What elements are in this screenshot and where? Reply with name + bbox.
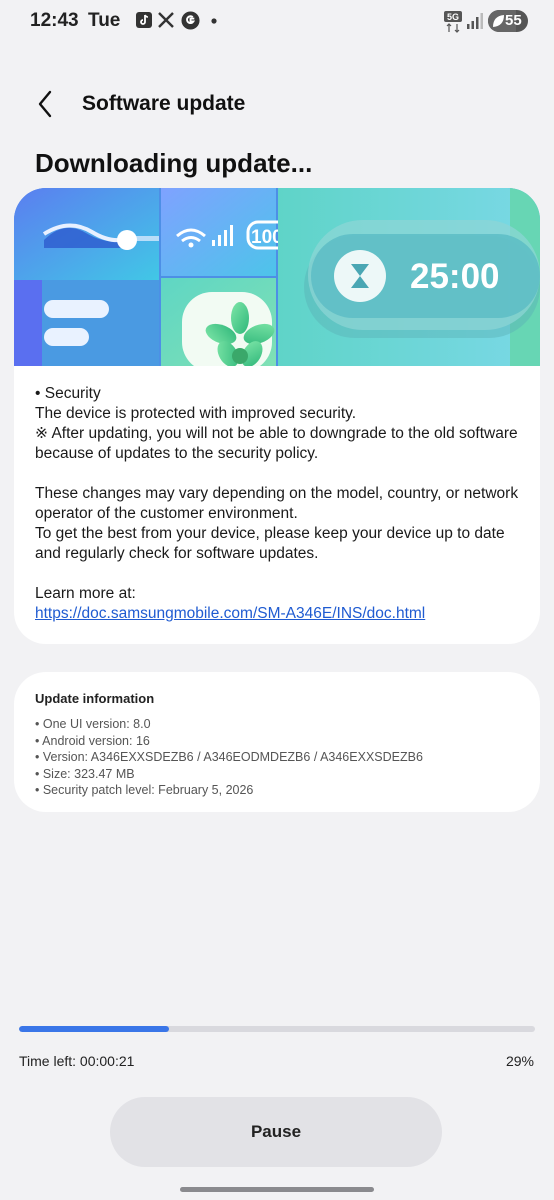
banner-wifi-value: 100: [251, 227, 283, 248]
back-button[interactable]: [30, 84, 66, 124]
security-description: The device is protected with improved se…: [35, 405, 357, 422]
google-notification-icon: [181, 11, 200, 30]
info-item-version: • Version: A346EXXSDEZB6 / A346EODMDEZB6…: [35, 750, 423, 764]
learn-more-link[interactable]: https://doc.samsungmobile.com/SM-A346E/I…: [35, 605, 425, 622]
battery-indicator: 55: [488, 10, 528, 32]
more-notifications-icon: [211, 18, 217, 24]
back-arrow-icon: [38, 90, 52, 118]
x-notification-icon: [158, 12, 174, 28]
network-5g-icon: 5G: [444, 11, 462, 33]
info-item-oneui: • One UI version: 8.0: [35, 717, 151, 731]
battery-level: 55: [505, 12, 522, 29]
release-notes-card: 100 25:00 • Security The device is prote…: [14, 188, 540, 644]
release-notes-body: • Security The device is protected with …: [35, 384, 525, 624]
downgrade-warning: ※ After updating, you will not be able t…: [35, 425, 518, 462]
info-item-size: • Size: 323.47 MB: [35, 766, 135, 781]
update-banner-image: 100 25:00: [14, 188, 540, 366]
info-item-security-patch: • Security patch level: February 5, 2026: [35, 783, 254, 797]
stay-updated-note: To get the best from your device, please…: [35, 525, 505, 562]
header-title: Software update: [82, 92, 246, 115]
signal-icon: [467, 13, 483, 29]
status-time: 12:43: [30, 10, 79, 31]
status-day: Tue: [88, 10, 121, 31]
update-info-title: Update information: [35, 691, 155, 706]
download-progress-fill: [19, 1026, 169, 1032]
progress-percent: 29%: [505, 1053, 534, 1069]
learn-more-label: Learn more at:: [35, 585, 136, 602]
pause-button[interactable]: Pause: [110, 1097, 442, 1167]
update-info-card: Update information • One UI version: 8.0…: [14, 672, 540, 812]
update-info-list: • One UI version: 8.0 • Android version:…: [35, 716, 423, 799]
network-label: 5G: [447, 12, 459, 22]
download-progress-bar: [19, 1026, 535, 1032]
time-left: Time left: 00:00:21: [19, 1053, 135, 1069]
banner-timer: 25:00: [410, 257, 500, 296]
leaf-icon: [493, 15, 504, 27]
info-item-android: • Android version: 16: [35, 733, 150, 748]
status-bar: 12:43 Tue 5G 55: [0, 0, 554, 44]
tiktok-notification-icon: [136, 12, 152, 28]
home-indicator[interactable]: [180, 1187, 374, 1192]
changes-disclaimer: These changes may vary depending on the …: [35, 485, 519, 522]
page-heading: Downloading update...: [35, 148, 313, 178]
security-title: • Security: [35, 385, 101, 402]
